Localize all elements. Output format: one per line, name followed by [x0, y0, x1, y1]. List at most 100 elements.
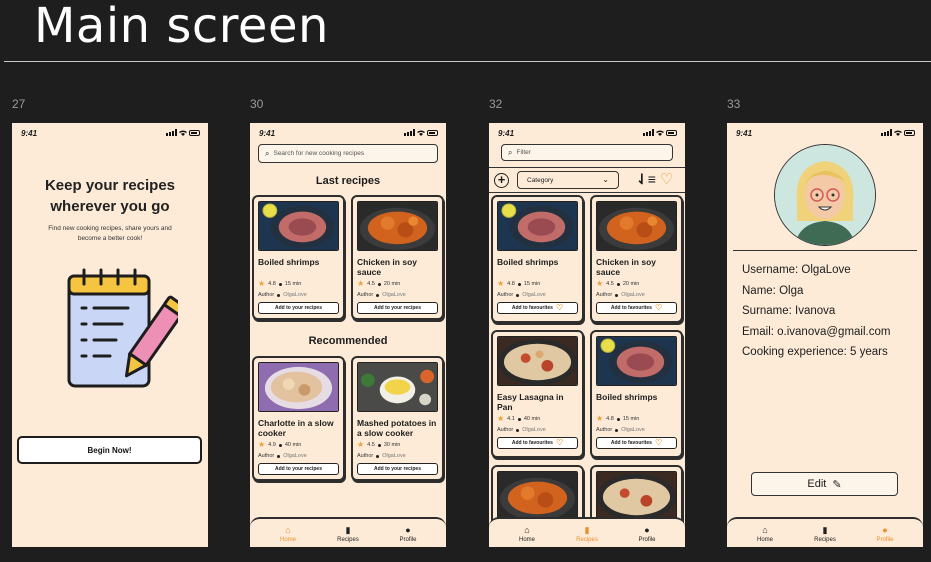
- recipe-name: Boiled shrimps: [258, 257, 320, 267]
- star-icon: ★: [258, 279, 266, 288]
- add-to-recipes-button[interactable]: Add to your recipes: [357, 463, 438, 475]
- battery-icon: [904, 129, 915, 136]
- add-to-recipes-button[interactable]: Add to your recipes: [258, 463, 339, 475]
- profile-email: Email: o.ivanova@gmail.com: [742, 325, 891, 338]
- recipe-card[interactable]: Boiled shrimps ★ 4.8 15 min Author OlgaLove…: [252, 195, 345, 320]
- sort-icon[interactable]: ⇃≡: [636, 171, 656, 188]
- title-divider: [4, 61, 931, 62]
- profile-screen: 9:41 Username: OlgaLove Name: Olga Surna…: [727, 123, 923, 547]
- status-bar: 9:41: [489, 123, 685, 145]
- tab-profile[interactable]: ● Profile: [625, 525, 669, 543]
- recipe-card[interactable]: Mashed potatoes in a slow cooker ★ 4.5 30 …: [351, 356, 444, 481]
- heart-icon: ♡: [654, 303, 663, 312]
- filter-input[interactable]: ⌕ Filter: [501, 144, 673, 161]
- recipe-name: Boiled shrimps: [497, 257, 559, 267]
- wifi-icon: [179, 130, 187, 136]
- favourites-heart-icon[interactable]: ♡: [660, 170, 673, 188]
- tab-bar: ⌂ Home ▮ Recipes ● Profile: [727, 517, 923, 547]
- book-icon: ▮: [822, 525, 828, 535]
- user-icon: ●: [405, 525, 411, 535]
- wifi-icon: [894, 130, 902, 136]
- onboarding-subtitle: Find new cooking recipes, share yours an…: [48, 225, 172, 242]
- recipe-card[interactable]: Charlotte in a slow cooker ★ 4.9 40 min Au…: [252, 356, 345, 481]
- lasagna-photo: [596, 471, 677, 521]
- tab-recipes[interactable]: ▮ Recipes: [803, 525, 847, 543]
- edit-profile-button[interactable]: Edit ✎: [751, 472, 898, 496]
- star-icon: ★: [497, 279, 505, 288]
- heart-icon: ♡: [555, 438, 564, 447]
- add-recipe-button[interactable]: +: [494, 173, 509, 188]
- signal-icon: [643, 129, 654, 136]
- frame-number: 30: [250, 97, 264, 111]
- recipe-card[interactable]: Chicken in soy sauce ★ 4.5 20 min Author Ol…: [590, 195, 683, 323]
- recipe-card[interactable]: Boiled shrimps ★ 4.8 15 min Author OlgaLove…: [491, 195, 584, 323]
- tab-profile[interactable]: ● Profile: [386, 525, 430, 543]
- recipe-name: Mashed potatoes in a slow cooker: [357, 418, 437, 438]
- add-to-favourites-button[interactable]: Add to favourites ♡: [596, 437, 677, 449]
- tab-recipes[interactable]: ▮ Recipes: [565, 525, 609, 543]
- signal-icon: [166, 129, 177, 136]
- star-icon: ★: [596, 279, 604, 288]
- notepad-pencil-icon: [67, 268, 178, 388]
- recipe-card[interactable]: Easy Lasagna in Pan ★ 4.1 40 min Author Olg…: [491, 330, 584, 458]
- recipe-author: Author OlgaLove: [596, 292, 645, 298]
- recipe-meta: ★ 4.9 40 min: [258, 440, 302, 449]
- lasagna-photo: [497, 336, 578, 386]
- chevron-down-icon: ⌄: [602, 175, 609, 184]
- search-placeholder: Search for new cooking recipes: [273, 150, 365, 157]
- wifi-icon: [417, 130, 425, 136]
- frame-number: 32: [489, 97, 503, 111]
- tab-profile[interactable]: ● Profile: [863, 525, 907, 543]
- status-time: 9:41: [21, 129, 38, 138]
- battery-icon: [427, 129, 438, 136]
- add-to-recipes-button[interactable]: Add to your recipes: [258, 302, 339, 314]
- profile-details: Username: OlgaLove Name: Olga Surname: I…: [742, 260, 890, 363]
- signal-icon: [881, 129, 892, 136]
- status-bar: 9:41: [250, 123, 446, 145]
- tab-home[interactable]: ⌂ Home: [743, 525, 787, 543]
- recipe-name: Chicken in soy sauce: [357, 257, 417, 277]
- tab-home[interactable]: ⌂ Home: [505, 525, 549, 543]
- status-time: 9:41: [498, 129, 515, 138]
- tab-recipes[interactable]: ▮ Recipes: [326, 525, 370, 543]
- tab-bar: ⌂ Home ▮ Recipes ● Profile: [250, 517, 446, 547]
- recipe-card[interactable]: Chicken in soy sauce ★ 4.5 20 min Author Ol…: [351, 195, 444, 320]
- profile-experience: Cooking experience: 5 years: [742, 346, 888, 359]
- recipe-name: Chicken in soy sauce: [596, 257, 656, 277]
- add-to-recipes-button[interactable]: Add to your recipes: [357, 302, 438, 314]
- home-icon: ⌂: [762, 525, 768, 535]
- shrimps-photo: [497, 201, 578, 251]
- avatar[interactable]: [774, 144, 876, 246]
- design-canvas: Main screen 27 30 32 33 9:41 Keep your r…: [0, 0, 931, 562]
- star-icon: ★: [357, 440, 365, 449]
- add-to-favourites-button[interactable]: Add to favourites ♡: [497, 437, 578, 449]
- recipe-name: Charlotte in a slow cooker: [258, 418, 334, 438]
- recipes-screen: 9:41 ⌕ Filter + Category ⌄ ⇃≡ ♡ Boiled sh…: [489, 123, 685, 547]
- mashed-potatoes-photo: [357, 362, 438, 412]
- recipe-card[interactable]: Boiled shrimps ★ 4.8 15 min Author OlgaLove…: [590, 330, 683, 458]
- user-icon: ●: [882, 525, 888, 535]
- star-icon: ★: [258, 440, 266, 449]
- profile-divider: [733, 250, 917, 251]
- begin-now-button[interactable]: Begin Now!: [17, 436, 202, 464]
- frame-number: 33: [727, 97, 741, 111]
- shrimps-photo: [258, 201, 339, 251]
- recipe-author: Author OlgaLove: [357, 292, 406, 298]
- home-icon: ⌂: [285, 525, 291, 535]
- profile-username: Username: OlgaLove: [742, 264, 851, 276]
- onboarding-screen: 9:41 Keep your recipes wherever you go F…: [12, 123, 208, 547]
- category-select[interactable]: Category ⌄: [517, 171, 619, 189]
- book-icon: ▮: [345, 525, 351, 535]
- page-title: Main screen: [34, 0, 329, 54]
- tab-home[interactable]: ⌂ Home: [266, 525, 310, 543]
- status-bar: 9:41: [727, 123, 923, 145]
- add-to-favourites-button[interactable]: Add to favourites ♡: [497, 302, 578, 314]
- book-icon: ▮: [584, 525, 590, 535]
- onboarding-heading: Keep your recipes wherever you go: [44, 177, 176, 215]
- recommended-title: Recommended: [308, 335, 388, 347]
- search-icon: ⌕: [508, 147, 513, 157]
- search-input[interactable]: ⌕ Search for new cooking recipes: [258, 144, 438, 163]
- chicken-photo: [497, 471, 578, 521]
- home-icon: ⌂: [524, 525, 530, 535]
- add-to-favourites-button[interactable]: Add to favourites ♡: [596, 302, 677, 314]
